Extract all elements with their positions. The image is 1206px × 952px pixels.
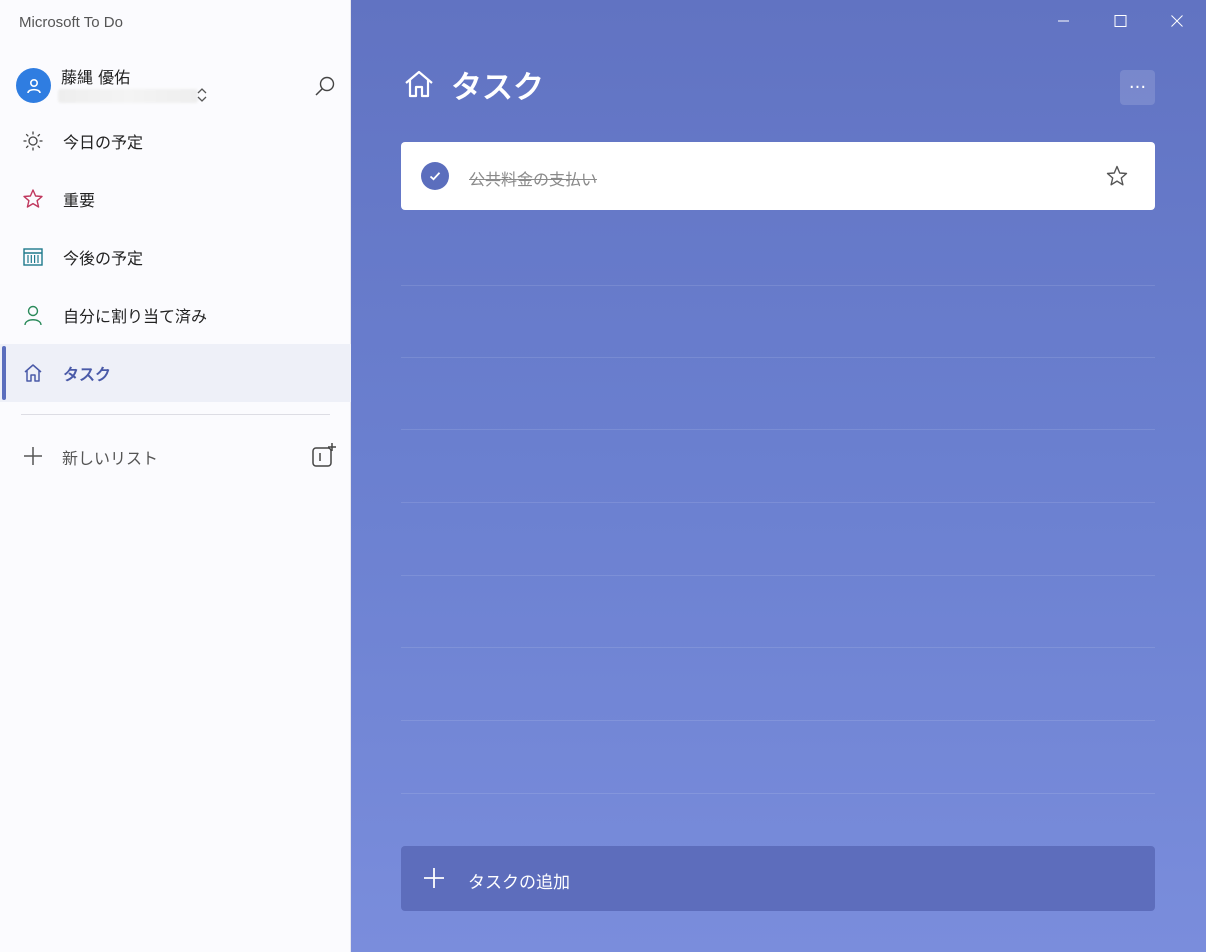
search-icon: [315, 76, 335, 96]
add-group-icon: [312, 443, 336, 467]
empty-row-line: [401, 502, 1155, 503]
maximize-icon: [1114, 15, 1127, 27]
sun-icon: [23, 131, 43, 151]
task-complete-checkbox[interactable]: [421, 162, 449, 190]
account-switcher[interactable]: 藤縄 優佑: [16, 62, 336, 112]
close-button[interactable]: [1149, 0, 1206, 42]
sidebar-item-label: タスク: [63, 365, 112, 384]
task-title: 公共料金の支払い: [469, 170, 598, 189]
empty-row-line: [401, 429, 1155, 430]
more-options-button[interactable]: ···: [1120, 70, 1155, 105]
add-task-input[interactable]: タスクの追加: [401, 846, 1155, 911]
page-title: タスク: [451, 70, 544, 106]
star-icon: [23, 189, 43, 208]
new-list-button[interactable]: 新しいリスト: [0, 428, 351, 484]
star-icon: [1106, 165, 1128, 186]
person-icon: [24, 305, 42, 326]
user-email-redacted: [58, 89, 198, 103]
search-button[interactable]: [312, 74, 338, 100]
empty-row-line: [401, 575, 1155, 576]
sidebar-divider: [21, 414, 330, 415]
user-name: 藤縄 優佑: [61, 68, 131, 87]
close-icon: [1171, 15, 1183, 27]
minimize-button[interactable]: [1035, 0, 1092, 42]
person-icon: [26, 78, 41, 93]
new-list-label: 新しいリスト: [62, 449, 159, 468]
maximize-button[interactable]: [1092, 0, 1149, 42]
home-icon: [24, 364, 42, 382]
sidebar-item-label: 自分に割り当て済み: [63, 307, 208, 326]
main-pane: タスク ··· 公共料金の支払い タスクの追加: [351, 0, 1206, 952]
window-controls: [1035, 0, 1206, 42]
sidebar-item-assigned-to-me[interactable]: 自分に割り当て済み: [0, 286, 351, 344]
sidebar-item-label: 今日の予定: [63, 133, 144, 152]
task-item[interactable]: 公共料金の支払い: [401, 142, 1155, 210]
sidebar-item-tasks[interactable]: タスク: [0, 344, 351, 402]
sidebar-item-label: 重要: [63, 191, 96, 210]
sidebar-nav: 今日の予定 重要 今後の予定 自分に割り当て済み タスク: [0, 112, 351, 402]
check-icon: [429, 172, 441, 181]
empty-row-line: [401, 793, 1155, 794]
home-icon: [405, 70, 433, 98]
plus-icon: [424, 868, 444, 888]
plus-icon: [24, 447, 42, 465]
new-group-button[interactable]: [310, 441, 338, 469]
sidebar-item-planned[interactable]: 今後の予定: [0, 228, 351, 286]
app-title: Microsoft To Do: [19, 14, 123, 31]
empty-row-line: [401, 647, 1155, 648]
empty-row-line: [401, 720, 1155, 721]
chevron-up-down-icon: [196, 86, 208, 108]
sidebar: Microsoft To Do 藤縄 優佑 今日の予定 重要 今後の予定 自分に…: [0, 0, 351, 952]
empty-row-line: [401, 357, 1155, 358]
sidebar-item-my-day[interactable]: 今日の予定: [0, 112, 351, 170]
avatar: [16, 68, 51, 103]
sidebar-item-important[interactable]: 重要: [0, 170, 351, 228]
calendar-icon: [23, 248, 43, 266]
add-task-label: タスクの追加: [468, 873, 570, 893]
sidebar-item-label: 今後の予定: [63, 249, 144, 268]
task-important-toggle[interactable]: [1105, 164, 1129, 188]
empty-row-line: [401, 285, 1155, 286]
minimize-icon: [1058, 20, 1069, 22]
